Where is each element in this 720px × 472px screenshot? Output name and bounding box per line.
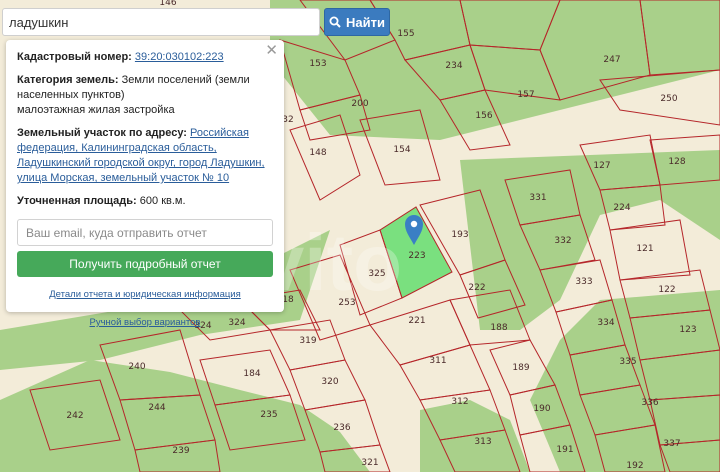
parcel-label: 148 <box>309 148 326 158</box>
parcel-label: 156 <box>475 111 492 121</box>
parcel-label: 200 <box>351 99 368 109</box>
cadastral-number-link[interactable]: 39:20:030102:223 <box>135 51 224 63</box>
parcel-label: 18 <box>282 295 294 305</box>
parcel-label: 190 <box>533 404 550 414</box>
parcel-label: 242 <box>66 411 83 421</box>
parcel-label: 313 <box>474 437 491 447</box>
search-icon <box>329 16 341 28</box>
address-label: Земельный участок по адресу: <box>17 127 187 139</box>
parcel-label: 153 <box>309 59 326 69</box>
cadastral-row: Кадастровый номер: 39:20:030102:223 <box>17 50 273 65</box>
parcel-label: 221 <box>408 316 425 326</box>
search-button[interactable]: Найти <box>324 8 390 36</box>
parcel-label: 127 <box>593 161 610 171</box>
parcel-label: 121 <box>636 244 653 254</box>
parcel-label: 321 <box>361 458 378 468</box>
parcel-label: 244 <box>148 403 165 413</box>
parcel-label: 336 <box>641 398 658 408</box>
search-button-label: Найти <box>346 14 385 30</box>
area-label: Уточненная площадь: <box>17 195 137 207</box>
email-field[interactable] <box>17 219 273 246</box>
parcel-label: 234 <box>445 61 462 71</box>
parcel-label: 224 <box>613 203 630 213</box>
category-subtype: малоэтажная жилая застройка <box>17 104 175 116</box>
area-row: Уточненная площадь: 600 кв.м. <box>17 194 273 209</box>
selected-parcel-label: 223 <box>408 251 425 261</box>
parcel-label: 155 <box>397 29 414 39</box>
parcel-label: 191 <box>556 445 573 455</box>
parcel-label: 331 <box>529 193 546 203</box>
parcel-label: 250 <box>660 94 677 104</box>
parcel-label: 311 <box>429 356 446 366</box>
parcel-label: 236 <box>333 423 350 433</box>
parcel-label: 253 <box>338 298 355 308</box>
parcel-label: 312 <box>451 397 468 407</box>
cadastral-label: Кадастровый номер: <box>17 51 132 63</box>
search-input[interactable] <box>3 9 319 35</box>
parcel-label: 337 <box>663 439 680 449</box>
parcel-label: 332 <box>554 236 571 246</box>
parcel-label: 123 <box>679 325 696 335</box>
parcel-label: 334 <box>597 318 614 328</box>
get-report-button[interactable]: Получить подробный отчет <box>17 251 273 277</box>
parcel-label: 333 <box>575 277 592 287</box>
parcel-label: 335 <box>619 357 636 367</box>
parcel-label: 222 <box>468 283 485 293</box>
parcel-label: 184 <box>243 369 260 379</box>
parcel-label: 320 <box>321 377 338 387</box>
parcel-label: 239 <box>172 446 189 456</box>
parcel-label: 193 <box>451 230 468 240</box>
parcel-label: 154 <box>393 145 410 155</box>
parcel-label: 189 <box>512 363 529 373</box>
report-details-link[interactable]: Детали отчета и юридическая информация <box>49 289 241 300</box>
parcel-label: 146 <box>159 0 176 8</box>
category-row: Категория земель: Земли поселений (земли… <box>17 73 273 118</box>
area-value: 600 кв.м. <box>139 195 186 207</box>
parcel-label: 235 <box>260 410 277 420</box>
parcel-label: 240 <box>128 362 145 372</box>
parcel-label: 247 <box>603 55 620 65</box>
parcel-label: 325 <box>368 269 385 279</box>
parcel-label: 122 <box>658 285 675 295</box>
parcel-label: 128 <box>668 157 685 167</box>
parcel-label: 192 <box>626 461 643 471</box>
parcel-info-panel: ✕ Кадастровый номер: 39:20:030102:223 Ка… <box>6 40 284 328</box>
manual-selection-link[interactable]: Ручной выбор вариантов <box>90 317 201 328</box>
search-bar <box>2 8 320 36</box>
category-label: Категория земель: <box>17 74 119 86</box>
address-row: Земельный участок по адресу: Российская … <box>17 126 273 186</box>
parcel-label: 188 <box>490 323 507 333</box>
parcel-label: 157 <box>517 90 534 100</box>
close-icon[interactable]: ✕ <box>265 43 278 58</box>
parcel-label: 319 <box>299 336 316 346</box>
